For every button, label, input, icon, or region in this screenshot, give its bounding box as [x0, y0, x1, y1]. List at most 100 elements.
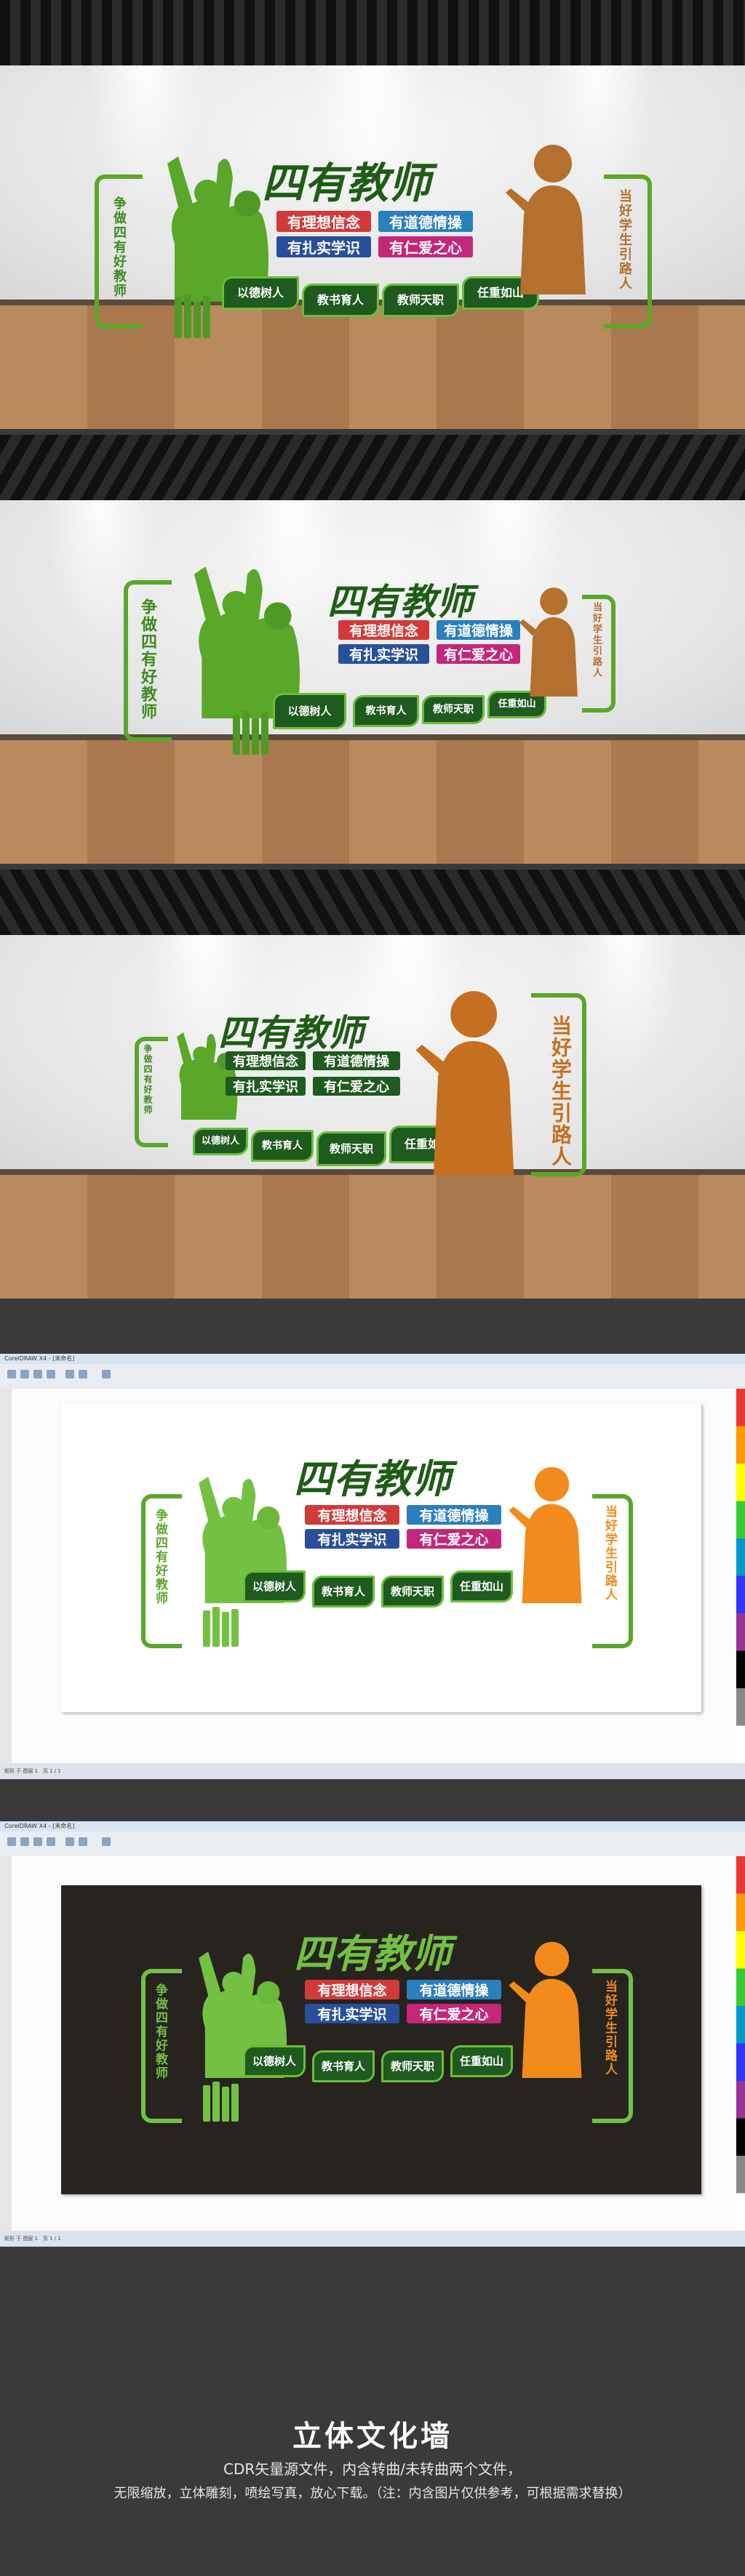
raising-hands-silhouette: [194, 566, 300, 718]
tag-knowledge: 有扎实学识: [305, 2004, 399, 2023]
pill-2: 教书育人: [302, 284, 379, 317]
pill-3: 教师天职: [381, 1576, 444, 1608]
baseboard: [0, 1169, 745, 1175]
ceiling: [0, 435, 745, 500]
teacher-silhouette: [415, 991, 514, 1175]
mural-title: 四有教师: [294, 1930, 451, 1977]
pill-3: 教师天职: [381, 2050, 444, 2082]
new-icon[interactable]: [7, 1370, 16, 1379]
right-slogan: 当好学生引路人: [602, 1505, 617, 1602]
culture-wall-mural: 争做四有好教师 四有教师 有理想信念 有道德情操 有扎实学识 有仁爱之心 以德树…: [141, 1443, 650, 1683]
undo-icon[interactable]: [65, 1370, 74, 1379]
pill-3: 教师天职: [422, 695, 485, 724]
redo-icon[interactable]: [79, 1370, 87, 1379]
teacher-silhouette: [509, 1941, 582, 2078]
pill-1: 以德树人: [222, 276, 299, 310]
zoom-icon[interactable]: [102, 1370, 111, 1379]
tag-kindness: 有仁爱之心: [313, 1077, 400, 1096]
tag-knowledge: 有扎实学识: [305, 1529, 399, 1549]
render-panel-1: 争做四有好教师 四有教师 有理想信念 有道德情操 有扎实学识 有仁爱之心 以德树…: [0, 0, 745, 429]
pill-3: 教师天职: [316, 1131, 386, 1166]
zoom-icon[interactable]: [102, 1837, 111, 1846]
window-title: CorelDRAW X4 - [未命名]: [0, 1821, 745, 1831]
footer-heading: 立体文化墙: [292, 2420, 453, 2453]
tag-kindness: 有仁爱之心: [378, 236, 473, 257]
teacher-silhouette: [519, 587, 578, 697]
teacher-silhouette: [506, 145, 586, 294]
page-indicator: 页 1 / 1: [42, 2236, 61, 2242]
open-icon[interactable]: [20, 1837, 29, 1846]
tag-ideal: 有理想信念: [305, 1980, 399, 1999]
document-page: 争做四有好教师 四有教师 有理想信念 有道德情操 有扎实学识 有仁爱之心 以德树…: [61, 1403, 701, 1712]
window-title: CorelDRAW X4 - [未命名]: [0, 1354, 745, 1364]
tag-morality: 有道德情操: [407, 1980, 501, 1999]
toolbar[interactable]: [0, 1364, 745, 1389]
print-icon[interactable]: [47, 1837, 55, 1846]
drawing-canvas[interactable]: 争做四有好教师 四有教师 有理想信念 有道德情操 有扎实学识 有仁爱之心 以德树…: [12, 1389, 736, 1763]
document-page: 争做四有好教师 四有教师 有理想信念 有道德情操 有扎实学识 有仁爱之心 以德树…: [61, 1885, 701, 2194]
pill-1: 以德树人: [243, 1570, 306, 1602]
render-panel-2: 争做四有好教师 四有教师 有理想信念 有道德情操 有扎实学识 有仁爱之心 以德树…: [0, 435, 745, 864]
open-icon[interactable]: [20, 1370, 29, 1379]
tag-kindness: 有仁爱之心: [407, 2004, 501, 2023]
new-icon[interactable]: [7, 1837, 16, 1846]
wood-floor: [0, 740, 745, 864]
tag-knowledge: 有扎实学识: [226, 1077, 306, 1096]
right-slogan: 当好学生引路人: [617, 189, 632, 291]
coreldraw-window-white: CorelDRAW X4 - [未命名] 争做四有好教师 四有教师 有理想信念 …: [0, 1354, 745, 1779]
ceiling: [0, 870, 745, 935]
toolbox[interactable]: [0, 1389, 12, 1763]
ceiling: [0, 0, 745, 65]
left-slogan: 争做四有好教师: [143, 1044, 153, 1115]
pill-2: 教书育人: [353, 695, 419, 727]
status-bar: 矩形 于 图层 1 页 1 / 1: [0, 2231, 745, 2247]
pill-3: 教师天职: [382, 284, 459, 317]
footer: 立体文化墙 CDR矢量源文件，内含转曲/未转曲两个文件， 无限缩放，立体雕刻，喷…: [0, 2356, 745, 2576]
book-stack: [203, 2082, 241, 2124]
print-icon[interactable]: [47, 1370, 55, 1379]
teacher-silhouette: [509, 1466, 582, 1603]
tag-ideal: 有理想信念: [305, 1505, 399, 1525]
color-palette[interactable]: [736, 1389, 745, 1763]
tag-knowledge: 有扎实学识: [338, 644, 429, 664]
redo-icon[interactable]: [79, 1837, 87, 1846]
tag-morality: 有道德情操: [378, 211, 473, 232]
pill-1: 以德树人: [273, 693, 346, 729]
status-bar: 矩形 于 图层 1 页 1 / 1: [0, 1763, 745, 1779]
book-stack: [175, 294, 212, 341]
drawing-canvas[interactable]: 争做四有好教师 四有教师 有理想信念 有道德情操 有扎实学识 有仁爱之心 以德树…: [12, 1856, 736, 2231]
wood-floor: [0, 1175, 745, 1299]
right-slogan: 当好学生引路人: [591, 602, 602, 678]
culture-wall-mural: 争做四有好教师 四有教师 有理想信念 有道德情操 有扎实学识 有仁爱之心 以德树…: [109, 529, 633, 755]
left-slogan: 争做四有好教师: [111, 196, 127, 298]
culture-wall-mural: 争做四有好教师 四有教师 有理想信念 有道德情操 有扎实学识 有仁爱之心 以德树…: [124, 935, 633, 1176]
toolbox[interactable]: [0, 1856, 12, 2231]
mural-title: 四有教师: [262, 159, 431, 208]
footer-line-2: 无限缩放，立体雕刻，喷绘写真，放心下载。（注：内含图片仅供参考，可根据需求替换）: [113, 2486, 632, 2501]
coreldraw-window-dark: CorelDRAW X4 - [未命名] 争做四有好教师 四有教师 有理想信念 …: [0, 1821, 745, 2247]
right-slogan: 当好学生引路人: [602, 1980, 617, 2077]
tag-morality: 有道德情操: [313, 1051, 400, 1070]
tag-knowledge: 有扎实学识: [276, 236, 371, 257]
book-stack: [203, 1607, 241, 1650]
pill-2: 教书育人: [251, 1130, 314, 1162]
save-icon[interactable]: [33, 1370, 42, 1379]
tag-ideal: 有理想信念: [276, 211, 371, 232]
save-icon[interactable]: [33, 1837, 42, 1846]
mural-title: 四有教师: [327, 580, 473, 623]
left-slogan: 争做四有好教师: [138, 598, 156, 721]
color-palette[interactable]: [736, 1856, 745, 2231]
status-text: 矩形 于 图层 1: [4, 1768, 39, 1774]
culture-wall-mural: 争做四有好教师 四有教师 有理想信念 有道德情操 有扎实学识 有仁爱之心 以德树…: [95, 135, 655, 353]
book-stack: [233, 711, 271, 758]
footer-line-1: CDR矢量源文件，内含转曲/未转曲两个文件，: [223, 2460, 522, 2478]
left-slogan: 争做四有好教师: [153, 1983, 167, 2080]
undo-icon[interactable]: [65, 1837, 74, 1846]
mural-title: 四有教师: [218, 1011, 364, 1054]
toolbar[interactable]: [0, 1831, 745, 1857]
pill-1: 以德树人: [193, 1128, 248, 1155]
page-indicator: 页 1 / 1: [42, 1768, 61, 1774]
tag-morality: 有道德情操: [407, 1505, 501, 1525]
pill-1: 以德树人: [243, 2045, 306, 2077]
tag-ideal: 有理想信念: [338, 620, 429, 640]
